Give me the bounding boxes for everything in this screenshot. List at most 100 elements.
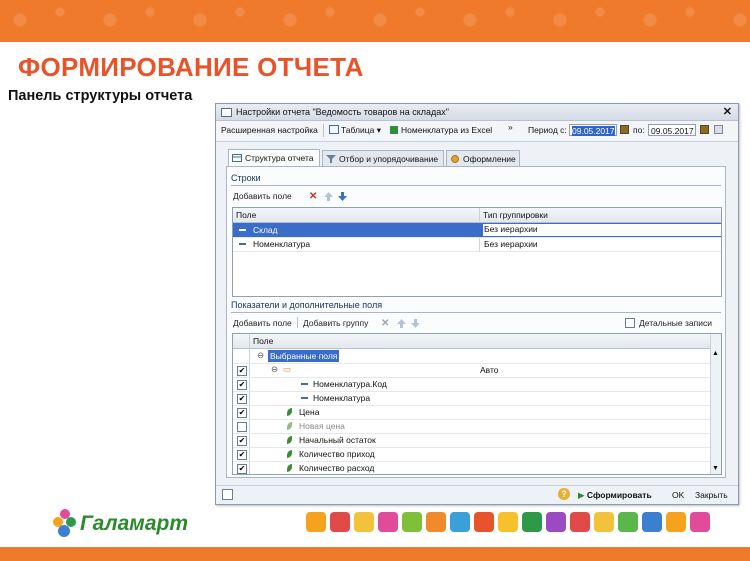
delete-icon[interactable]: ✕ bbox=[381, 319, 390, 329]
table-row[interactable]: Номенклатура Без иерархии bbox=[233, 237, 721, 252]
category-icon bbox=[306, 512, 326, 532]
detail-records-checkbox[interactable] bbox=[625, 318, 635, 328]
tree-row[interactable]: ✔ Цена bbox=[233, 405, 721, 420]
row-checkbox[interactable]: ✔ bbox=[237, 464, 247, 474]
rows-table-header: Поле Тип группировки bbox=[233, 208, 721, 223]
tab-filter-sort-label: Отбор и упорядочивание bbox=[339, 154, 439, 164]
tree-row[interactable]: ✔ Начальный остаток bbox=[233, 433, 721, 448]
nomenclature-excel-button[interactable]: Номенклатура из Excel bbox=[390, 125, 492, 135]
scroll-down-icon[interactable]: ▼ bbox=[712, 465, 719, 472]
tree-row[interactable]: Новая цена bbox=[233, 419, 721, 434]
move-up-icon[interactable] bbox=[324, 192, 333, 201]
advanced-settings-button[interactable]: Расширенная настройка bbox=[221, 125, 318, 135]
toolbar-separator bbox=[297, 317, 298, 328]
nomenclature-excel-label: Номенклатура из Excel bbox=[401, 125, 493, 135]
tab-filter-sort[interactable]: Отбор и упорядочивание bbox=[322, 150, 444, 166]
tree-row[interactable]: ✔ Количество приход bbox=[233, 447, 721, 462]
appearance-icon bbox=[451, 155, 459, 163]
category-icon bbox=[330, 512, 350, 532]
column-header-field: Поле bbox=[253, 336, 274, 346]
play-icon: ▶ bbox=[578, 490, 585, 500]
vertical-scrollbar[interactable]: ▲ ▼ bbox=[710, 334, 721, 474]
column-header-grouping: Тип группировки bbox=[483, 210, 548, 220]
report-settings-window: Настройки отчета "Ведомость товаров на с… bbox=[215, 103, 739, 505]
more-button[interactable]: » bbox=[508, 122, 513, 132]
indicators-add-field-button[interactable]: Добавить поле bbox=[233, 318, 292, 328]
field-icon bbox=[301, 397, 308, 399]
collapse-icon[interactable]: ⊖ bbox=[271, 364, 278, 375]
tree-item-label: Количество приход bbox=[299, 449, 375, 459]
date-to-value: 09.05.2017 bbox=[651, 126, 694, 136]
layout-icon[interactable] bbox=[222, 489, 233, 500]
collapse-icon[interactable]: ⊖ bbox=[257, 350, 264, 361]
category-icon bbox=[690, 512, 710, 532]
table-icon bbox=[329, 125, 339, 134]
settings-icon[interactable] bbox=[714, 125, 723, 134]
tree-row[interactable]: ⊖ Выбранные поля bbox=[233, 349, 721, 364]
tree-item-label: Начальный остаток bbox=[299, 435, 376, 445]
indicators-section-title: Показатели и дополнительные поля bbox=[231, 300, 383, 310]
detail-records-label: Детальные записи bbox=[639, 318, 712, 328]
window-toolbar: Расширенная настройка Таблица ▾ Номенкла… bbox=[216, 121, 738, 142]
row-checkbox[interactable]: ✔ bbox=[237, 450, 247, 460]
delete-icon[interactable]: ✕ bbox=[309, 192, 318, 202]
category-icon bbox=[666, 512, 686, 532]
category-icon bbox=[546, 512, 566, 532]
section-divider bbox=[231, 312, 721, 313]
auto-group-label: Авто bbox=[480, 365, 499, 375]
logo-mark-icon bbox=[53, 509, 76, 537]
resource-icon bbox=[287, 464, 292, 472]
filter-icon bbox=[326, 155, 336, 163]
rows-add-field-button[interactable]: Добавить поле bbox=[233, 191, 292, 201]
tree-row[interactable]: ✔ Количество расход bbox=[233, 461, 721, 474]
date-from-value: 09.05.2017 bbox=[572, 126, 615, 136]
tab-structure-label: Структура отчета bbox=[245, 153, 314, 163]
row-checkbox[interactable]: ✔ bbox=[237, 436, 247, 446]
category-icon bbox=[354, 512, 374, 532]
calendar-icon[interactable] bbox=[620, 125, 629, 134]
move-up-icon[interactable] bbox=[397, 319, 406, 328]
row-checkbox[interactable]: ✔ bbox=[237, 380, 247, 390]
scroll-up-icon[interactable]: ▲ bbox=[712, 350, 719, 357]
row-field: Номенклатура bbox=[253, 239, 311, 249]
date-to-input[interactable]: 09.05.2017 bbox=[648, 124, 696, 136]
calendar-icon[interactable] bbox=[700, 125, 709, 134]
tree-item-label: Номенклатура.Код bbox=[313, 379, 387, 389]
company-logo: Галамарт bbox=[52, 505, 202, 543]
tree-row[interactable]: ✔ Номенклатура.Код bbox=[233, 377, 721, 392]
field-icon bbox=[239, 229, 246, 231]
tree-item-label: Новая цена bbox=[299, 421, 345, 431]
tree-row[interactable]: ✔ ⊖ ▭ Авто bbox=[233, 363, 721, 378]
close-button[interactable]: Закрыть bbox=[695, 490, 728, 500]
row-checkbox[interactable]: ✔ bbox=[237, 366, 247, 376]
help-icon[interactable]: ? bbox=[558, 488, 570, 500]
bottom-banner bbox=[0, 547, 750, 561]
tab-structure[interactable]: Структура отчета bbox=[228, 149, 320, 167]
generate-button[interactable]: ▶ Сформировать bbox=[578, 490, 652, 501]
row-checkbox[interactable] bbox=[237, 422, 247, 432]
table-row[interactable]: Склад Без иерархии bbox=[233, 223, 721, 238]
top-banner bbox=[0, 0, 750, 42]
period-to-label: по: bbox=[633, 125, 645, 135]
toolbar-separator bbox=[323, 124, 324, 137]
resource-icon bbox=[287, 436, 292, 444]
tree-item-label: Цена bbox=[299, 407, 320, 417]
tab-appearance[interactable]: Оформление bbox=[446, 150, 520, 166]
add-group-button[interactable]: Добавить группу bbox=[303, 318, 368, 328]
move-down-icon[interactable] bbox=[411, 319, 420, 328]
tree-row[interactable]: ✔ Номенклатура bbox=[233, 391, 721, 406]
move-down-icon[interactable] bbox=[338, 192, 347, 201]
category-icon bbox=[570, 512, 590, 532]
table-button[interactable]: Таблица ▾ bbox=[329, 125, 381, 136]
close-icon[interactable]: ✕ bbox=[723, 105, 732, 118]
row-checkbox[interactable]: ✔ bbox=[237, 394, 247, 404]
category-icon bbox=[450, 512, 470, 532]
date-from-input[interactable]: 09.05.2017 bbox=[569, 124, 617, 136]
row-checkbox[interactable]: ✔ bbox=[237, 408, 247, 418]
period-from-label: Период с: bbox=[528, 125, 567, 135]
tree-item-label: Номенклатура bbox=[313, 393, 371, 403]
ok-button[interactable]: OK bbox=[672, 490, 684, 500]
tab-content: Строки Добавить поле ✕ Поле Тип группиро… bbox=[226, 166, 726, 478]
category-icons-row bbox=[306, 512, 716, 536]
rows-table: Поле Тип группировки Склад Без иерархии … bbox=[232, 207, 722, 297]
